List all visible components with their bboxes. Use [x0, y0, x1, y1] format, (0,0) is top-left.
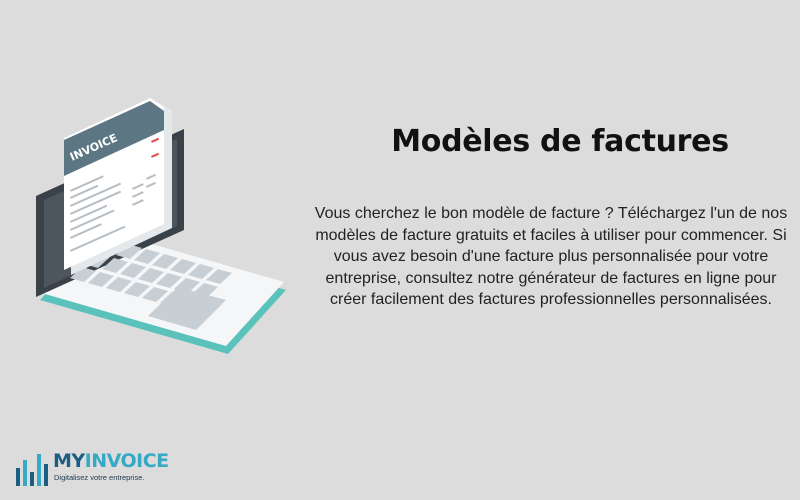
logo-word-my: MY — [53, 450, 85, 472]
logo-wordmark: MYINVOICE — [53, 450, 169, 472]
brand-logo[interactable]: MYINVOICE Digitalisez votre entreprise. — [16, 446, 169, 490]
page-title: Modèles de factures — [391, 124, 729, 159]
logo-word-invoice: INVOICE — [84, 450, 170, 472]
logo-tagline: Digitalisez votre entreprise. — [54, 473, 145, 482]
laptop-invoice-illustration: INVOICE — [36, 98, 286, 354]
bar-chart-logo-icon — [16, 454, 48, 486]
page-description: Vous cherchez le bon modèle de facture ?… — [314, 205, 788, 308]
